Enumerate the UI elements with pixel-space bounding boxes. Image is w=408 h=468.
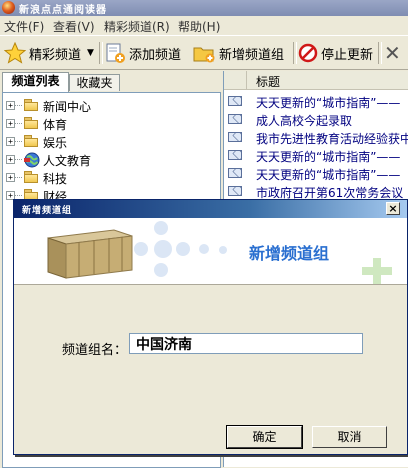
decorative-dot	[176, 242, 190, 256]
article-row[interactable]: 市政府召开第61次常务会议	[224, 182, 408, 200]
envelope-icon	[228, 168, 242, 178]
menu-bar: 文件(F) 查看(V) 精彩频道(R) 帮助(H)	[0, 16, 408, 35]
tab-channel-list[interactable]: 频道列表	[2, 72, 69, 92]
column-header-title: 标题	[256, 75, 281, 89]
group-name-input[interactable]	[129, 333, 363, 354]
toolbar: 精彩频道 ▼ 添加频道 新增频道组 停止更新 ✕	[0, 35, 408, 70]
group-name-label: 频道组名：	[62, 343, 128, 358]
tree-item-news[interactable]: + 新闻中心	[3, 97, 220, 115]
folder-icon	[24, 99, 39, 111]
decorative-dot	[219, 246, 227, 254]
menu-help[interactable]: 帮助(H)	[178, 18, 220, 35]
star-icon	[4, 42, 26, 64]
add-document-icon	[106, 43, 125, 63]
stop-icon	[298, 43, 318, 63]
decorative-dot	[154, 221, 168, 235]
article-row[interactable]: 天天更新的“城市指南”——	[224, 146, 408, 164]
article-title: 成人高校今起录取	[256, 114, 353, 128]
decorative-dot	[199, 244, 209, 254]
article-row[interactable]: 天天更新的“城市指南”——	[224, 92, 408, 110]
article-row[interactable]: 成人高校今起录取	[224, 110, 408, 128]
window-titlebar: 新浪点点通阅读器	[0, 0, 408, 16]
featured-channels-label: 精彩频道	[29, 47, 82, 63]
article-title: 天天更新的“城市指南”——	[256, 150, 401, 164]
new-channel-group-dialog: 新增频道组 × 新增频道组 频道组名： 确定 取消	[13, 199, 408, 455]
toolbar-separator	[293, 42, 297, 64]
dialog-banner: 新增频道组	[14, 218, 407, 285]
folder-icon	[24, 135, 39, 147]
tree-item-label: 新闻中心	[43, 100, 92, 114]
menu-channels[interactable]: 精彩频道(R)	[104, 18, 170, 35]
tree-item-tech[interactable]: + 科技	[3, 169, 220, 187]
featured-dropdown-arrow[interactable]: ▼	[87, 40, 94, 66]
folder-icon	[24, 171, 39, 183]
envelope-icon	[228, 114, 242, 124]
tree-item-label: 人文教育	[43, 154, 92, 168]
tree-item-sports[interactable]: + 体育	[3, 115, 220, 133]
decorative-dot	[154, 263, 168, 277]
article-row[interactable]: 我市先进性教育活动经验获中	[224, 128, 408, 146]
menu-view[interactable]: 查看(V)	[53, 18, 95, 35]
ok-button[interactable]: 确定	[227, 426, 302, 448]
envelope-icon	[228, 96, 242, 106]
app-icon	[2, 1, 15, 14]
close-icon[interactable]: ✕	[384, 40, 401, 66]
envelope-icon	[228, 132, 242, 142]
cancel-button[interactable]: 取消	[312, 426, 387, 448]
plus-decoration-icon	[362, 258, 392, 284]
new-folder-icon	[193, 47, 215, 63]
article-row[interactable]: 天天更新的“城市指南”——	[224, 164, 408, 182]
article-title: 天天更新的“城市指南”——	[256, 168, 401, 182]
tree-item-entertainment[interactable]: + 娱乐	[3, 133, 220, 151]
stop-update-label: 停止更新	[321, 47, 374, 63]
menu-file[interactable]: 文件(F)	[4, 18, 44, 35]
new-channel-group-label: 新增频道组	[219, 47, 285, 63]
add-channel-label: 添加频道	[129, 47, 182, 63]
column-header[interactable]: 标题	[224, 71, 408, 90]
featured-channels-button[interactable]: 精彩频道	[4, 40, 81, 66]
toolbar-separator	[378, 42, 382, 64]
window-title: 新浪点点通阅读器	[19, 5, 107, 16]
new-channel-group-button[interactable]: 新增频道组	[192, 40, 284, 66]
envelope-icon	[228, 150, 242, 160]
dialog-titlebar[interactable]: 新增频道组 ×	[14, 200, 407, 218]
stop-update-button[interactable]: 停止更新	[298, 40, 373, 66]
toolbar-separator	[99, 42, 103, 64]
tree-item-label: 体育	[43, 118, 68, 132]
article-title: 我市先进性教育活动经验获中	[256, 132, 408, 146]
tree-item-humanities[interactable]: + 人文教育	[3, 151, 220, 169]
tree-item-label: 科技	[43, 172, 68, 186]
dialog-title: 新增频道组	[22, 206, 73, 216]
folder-icon	[24, 117, 39, 129]
decorative-dot	[154, 240, 172, 258]
dialog-close-button[interactable]: ×	[386, 202, 400, 215]
globe-icon	[24, 152, 40, 168]
dialog-heading: 新增频道组	[249, 244, 330, 263]
envelope-icon	[228, 186, 242, 196]
decorative-dot	[134, 242, 148, 256]
folders-stack-icon	[47, 229, 133, 279]
tree-item-label: 娱乐	[43, 136, 68, 150]
tab-favorites[interactable]: 收藏夹	[69, 74, 120, 91]
article-title: 天天更新的“城市指南”——	[256, 96, 401, 110]
add-channel-button[interactable]: 添加频道	[104, 40, 181, 66]
